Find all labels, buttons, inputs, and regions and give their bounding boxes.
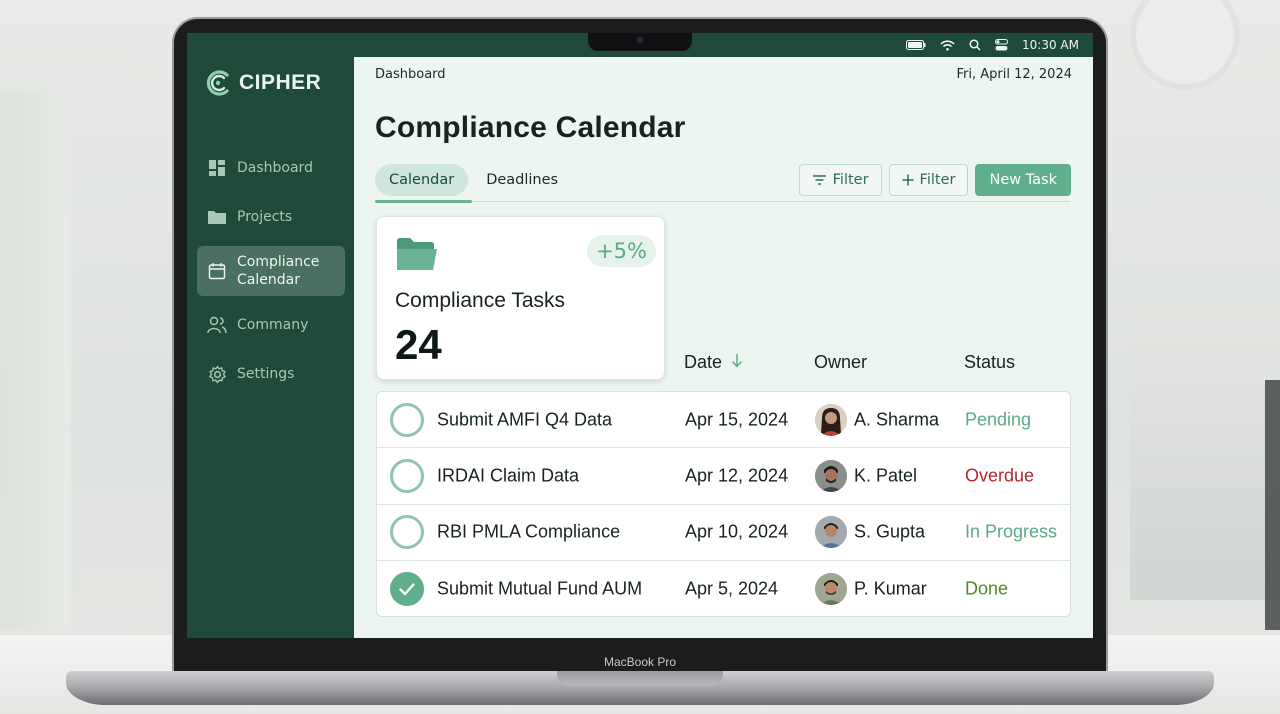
folder-open-icon — [397, 238, 437, 270]
sidebar-item-projects[interactable]: Projects — [197, 197, 345, 237]
filter-icon — [812, 175, 826, 185]
brand-name: CIPHER — [239, 71, 322, 94]
laptop-base-notch — [557, 671, 723, 686]
column-owner[interactable]: Owner — [814, 352, 867, 373]
sidebar-item-label: Settings — [237, 366, 295, 382]
task-date: Apr 12, 2024 — [685, 465, 789, 486]
cipher-logo-icon — [206, 70, 229, 96]
table-row[interactable]: Submit Mutual Fund AUM Apr 5, 2024 P. Ku… — [377, 561, 1070, 617]
task-checkbox[interactable] — [390, 458, 424, 493]
task-date: Apr 5, 2024 — [685, 578, 779, 599]
check-icon — [399, 582, 415, 595]
summary-card[interactable]: +5% Compliance Tasks 24 — [376, 216, 665, 380]
status-badge: Overdue — [965, 465, 1035, 486]
sidebar-item-dashboard[interactable]: Dashboard — [197, 148, 345, 188]
task-name: RBI PMLA Compliance — [437, 521, 621, 542]
plus-icon — [902, 174, 914, 186]
tab-deadlines[interactable]: Deadlines — [472, 164, 572, 196]
users-icon — [207, 315, 227, 335]
add-filter-button-label: Filter — [919, 172, 956, 188]
dashboard-icon — [207, 158, 227, 178]
sidebar: CIPHER Dashboard Projects Compliance Cal… — [187, 33, 354, 638]
owner-name: S. Gupta — [854, 521, 926, 542]
topbar: Dashboard Fri, April 12, 2024 — [375, 67, 1072, 82]
search-icon[interactable] — [969, 39, 981, 51]
task-name: Submit AMFI Q4 Data — [437, 409, 613, 430]
column-date-label: Date — [684, 352, 723, 372]
add-filter-button[interactable]: Filter — [888, 164, 969, 196]
avatar — [815, 459, 847, 492]
avatar — [815, 403, 847, 436]
background-wall — [0, 90, 70, 630]
avatar — [815, 573, 847, 606]
control-center-icon[interactable] — [995, 39, 1009, 51]
table-row[interactable]: IRDAI Claim Data Apr 12, 2024 K. Patel O… — [377, 448, 1070, 505]
background-shelf — [1130, 300, 1280, 600]
main-content: 10:30 AM Dashboard Fri, April 12, 2024 C… — [354, 33, 1093, 638]
summary-title: Compliance Tasks — [395, 289, 566, 312]
status-badge: In Progress — [965, 521, 1058, 542]
calendar-icon — [207, 261, 227, 281]
sidebar-item-company[interactable]: Commany — [197, 305, 345, 345]
sidebar-nav: Dashboard Projects Compliance Calendar C… — [197, 148, 345, 403]
summary-value: 24 — [395, 321, 442, 368]
background-clock — [1130, 0, 1240, 90]
task-name: Submit Mutual Fund AUM — [437, 578, 643, 599]
owner-name: A. Sharma — [854, 409, 940, 430]
sidebar-item-label-line1: Compliance — [237, 254, 320, 270]
table-row[interactable]: RBI PMLA Compliance Apr 10, 2024 S. Gupt… — [377, 505, 1070, 561]
active-tab-indicator — [375, 200, 472, 203]
device-label: MacBook Pro — [603, 655, 677, 669]
sort-down-icon — [731, 354, 743, 368]
filter-button[interactable]: Filter — [798, 164, 882, 196]
tabs-divider — [375, 201, 1070, 202]
menubar-clock[interactable]: 10:30 AM — [1022, 38, 1079, 52]
tab-calendar[interactable]: Calendar — [375, 164, 469, 196]
task-checkbox[interactable] — [390, 515, 424, 550]
task-table: Submit AMFI Q4 Data Apr 15, 2024 A. Shar… — [376, 391, 1071, 617]
status-badge: Done — [965, 578, 1009, 599]
system-menubar: 10:30 AM — [354, 33, 1093, 57]
column-date[interactable]: Date — [684, 352, 743, 373]
camera-icon — [637, 37, 643, 43]
current-date: Fri, April 12, 2024 — [956, 67, 1073, 82]
sidebar-item-settings[interactable]: Settings — [197, 354, 345, 394]
change-badge: +5% — [587, 235, 656, 267]
gear-icon — [207, 364, 227, 384]
avatar — [815, 516, 847, 549]
view-tabs: Calendar Deadlines — [375, 164, 572, 196]
task-name: IRDAI Claim Data — [437, 465, 580, 486]
sidebar-item-label: Dashboard — [237, 160, 313, 176]
task-date: Apr 10, 2024 — [685, 521, 789, 542]
task-checkbox-checked[interactable] — [390, 572, 424, 607]
sidebar-item-label: Commany — [237, 317, 309, 333]
wifi-icon[interactable] — [940, 39, 955, 51]
owner-name: P. Kumar — [854, 578, 927, 599]
table-row[interactable]: Submit AMFI Q4 Data Apr 15, 2024 A. Shar… — [377, 392, 1070, 449]
task-checkbox[interactable] — [390, 402, 424, 437]
sidebar-item-label: Compliance Calendar — [237, 253, 319, 289]
breadcrumb[interactable]: Dashboard — [375, 67, 446, 82]
app-screen: CIPHER Dashboard Projects Compliance Cal… — [187, 33, 1093, 638]
sidebar-item-label: Projects — [237, 209, 293, 225]
toolbar-actions: Filter Filter New Task — [798, 164, 1071, 196]
owner-name: K. Patel — [854, 465, 918, 486]
new-task-button[interactable]: New Task — [975, 164, 1071, 196]
sidebar-item-compliance-calendar[interactable]: Compliance Calendar — [197, 246, 345, 296]
column-status[interactable]: Status — [964, 352, 1015, 373]
page-title: Compliance Calendar — [375, 111, 686, 144]
battery-icon[interactable] — [906, 40, 926, 50]
brand-logo[interactable]: CIPHER — [205, 68, 321, 98]
filter-button-label: Filter — [832, 172, 869, 188]
background-object — [1265, 380, 1280, 630]
task-date: Apr 15, 2024 — [685, 409, 789, 430]
folder-icon — [207, 207, 227, 227]
status-badge: Pending — [965, 409, 1032, 430]
sidebar-item-label-line2: Calendar — [237, 272, 300, 288]
